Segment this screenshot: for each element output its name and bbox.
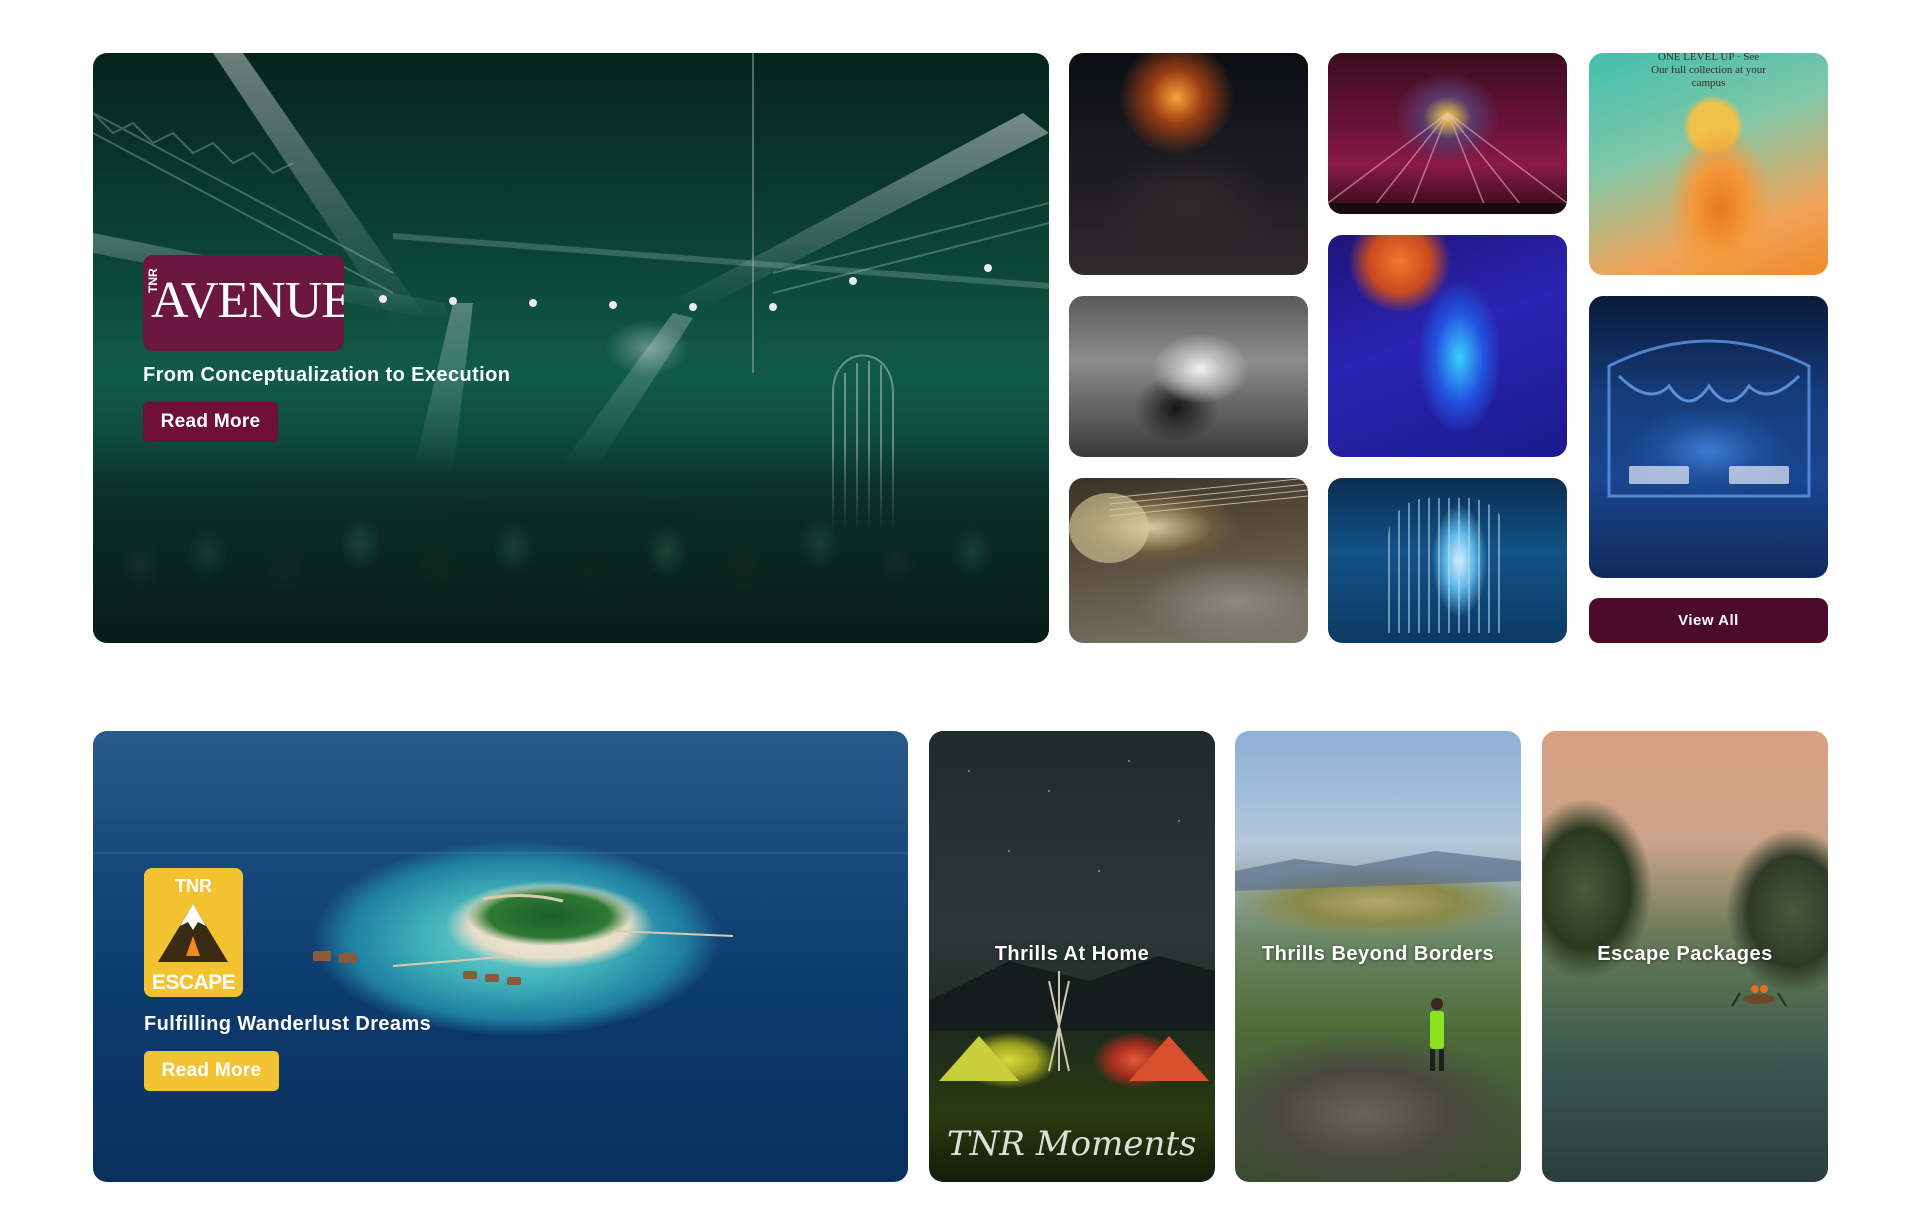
poster-headline: ONE LEVEL UP · See Our full collection a… bbox=[1651, 53, 1766, 90]
tent-canopy-shapes bbox=[1607, 339, 1811, 498]
stage-light-rays bbox=[1328, 112, 1567, 214]
category-card-thrills-beyond-borders[interactable]: Thrills Beyond Borders bbox=[1235, 731, 1521, 1182]
category-title: Thrills Beyond Borders bbox=[1261, 943, 1495, 965]
category-card-escape-packages[interactable]: Escape Packages bbox=[1542, 731, 1828, 1182]
category-title: Escape Packages bbox=[1597, 943, 1773, 965]
gallery-tile-guitar[interactable] bbox=[1069, 478, 1308, 643]
neon-performer-image bbox=[1328, 235, 1567, 457]
gallery-tile-blue-tents[interactable] bbox=[1589, 296, 1828, 578]
category-card-thrills-at-home[interactable]: Thrills At Home TNR Moments bbox=[929, 731, 1215, 1182]
gallery-tile-cage-performer[interactable] bbox=[1328, 478, 1567, 643]
guitar-strings bbox=[1069, 478, 1308, 563]
gallery-tile-stage-dancer[interactable] bbox=[1328, 53, 1567, 214]
escape-tagline: Fulfilling Wanderlust Dreams bbox=[144, 1013, 432, 1035]
gallery-tile-neon-performer[interactable] bbox=[1328, 235, 1567, 457]
bw-dancer-image bbox=[1069, 296, 1308, 457]
fire-performer-image bbox=[1069, 53, 1308, 275]
escape-logo: TNR ESCAPE bbox=[144, 868, 243, 997]
avenue-logo: TNR AVENUE bbox=[143, 255, 344, 351]
view-all-button[interactable]: View All bbox=[1589, 598, 1828, 643]
gallery-tile-fashion-poster[interactable]: ONE LEVEL UP · See Our full collection a… bbox=[1589, 53, 1828, 275]
avenue-tagline: From Conceptualization to Execution bbox=[143, 364, 511, 386]
crowd-silhouettes bbox=[93, 443, 1049, 643]
mountain-icon bbox=[158, 904, 228, 962]
avenue-hero-card[interactable]: TNR AVENUE From Conceptualization to Exe… bbox=[93, 53, 1049, 643]
escape-hero-card[interactable]: TNR ESCAPE Fulfilling Wanderlust Dreams … bbox=[93, 731, 908, 1182]
moments-watermark: TNR Moments bbox=[947, 1124, 1197, 1164]
cage-bars bbox=[1388, 498, 1507, 633]
gallery-tile-fire-performer[interactable] bbox=[1069, 53, 1308, 275]
category-title: Thrills At Home bbox=[994, 943, 1150, 965]
avenue-read-more-button[interactable]: Read More bbox=[143, 402, 278, 442]
escape-read-more-button[interactable]: Read More bbox=[144, 1051, 279, 1091]
gallery-tile-bw-dancer[interactable] bbox=[1069, 296, 1308, 457]
